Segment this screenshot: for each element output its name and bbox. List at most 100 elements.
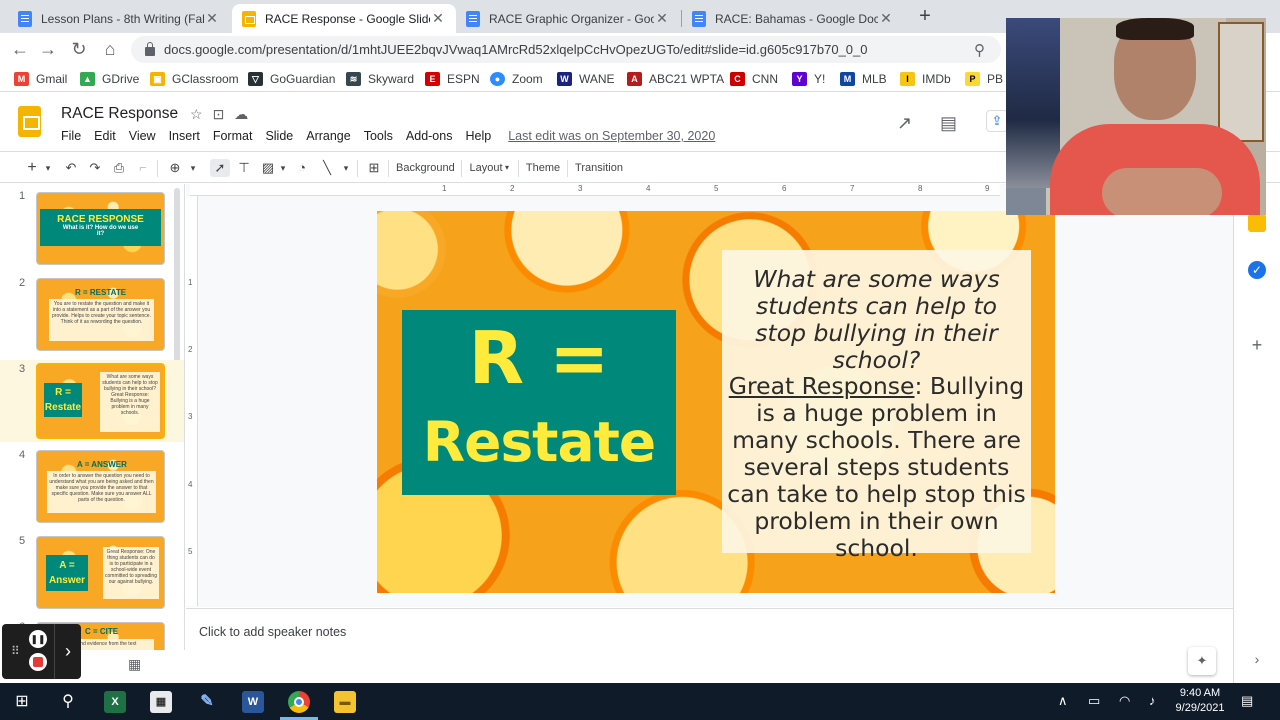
paint-icon[interactable]: ✎ — [196, 691, 218, 713]
paint-format-icon[interactable]: ⌐ — [134, 159, 152, 177]
keep-icon[interactable] — [1248, 214, 1266, 232]
transition-button[interactable]: Transition — [574, 159, 624, 177]
notifications-icon[interactable]: ▤ — [1241, 693, 1253, 709]
comments-icon[interactable]: ▤ — [940, 113, 957, 134]
bookmark-cnn[interactable]: C CNN — [730, 70, 778, 87]
explore-icon[interactable]: ✦ — [1188, 647, 1216, 675]
menu-view[interactable]: View — [129, 129, 156, 143]
undo-icon[interactable]: ↶ — [62, 159, 80, 177]
bookmark-wane[interactable]: W WANE — [557, 70, 615, 87]
bookmark-imdb[interactable]: I IMDb — [900, 70, 951, 87]
back-arrow-icon[interactable]: ← — [8, 37, 32, 61]
slide-thumbnail-1[interactable]: RACE RESPONSE What is it? How do we use … — [36, 192, 165, 265]
image-icon[interactable]: ▨ — [259, 159, 277, 177]
tab-race-response[interactable]: RACE Response - Google Slides ✕ — [232, 4, 456, 33]
restate-box[interactable]: R = Restate — [402, 310, 676, 495]
file-explorer-icon[interactable]: ▬ — [334, 691, 356, 713]
chrome-icon[interactable] — [288, 691, 310, 713]
new-tab-button[interactable]: + — [913, 4, 937, 28]
chevron-down-icon[interactable]: ▾ — [187, 159, 199, 177]
slide-thumbnail-3[interactable]: R = Restate What are some ways students … — [36, 363, 165, 439]
shape-icon[interactable]: ◔ — [293, 159, 311, 177]
wifi-icon[interactable]: ◠ — [1119, 693, 1130, 709]
tab-race-bahamas[interactable]: RACE: Bahamas - Google Docs ✕ — [682, 4, 904, 33]
windows-start-icon[interactable]: ⊞ — [11, 691, 33, 713]
zoom-icon[interactable]: ⊕ — [166, 159, 184, 177]
drag-handle-icon[interactable]: ⠿ — [11, 644, 20, 658]
word-icon[interactable]: W — [242, 691, 264, 713]
menu-file[interactable]: File — [61, 129, 81, 143]
text-box-icon[interactable]: ⊤ — [235, 159, 253, 177]
bookmark-gmail[interactable]: M Gmail — [14, 70, 67, 87]
menu-tools[interactable]: Tools — [364, 129, 393, 143]
chevron-down-icon[interactable]: ▾ — [503, 159, 511, 177]
menu-slide[interactable]: Slide — [265, 129, 293, 143]
bookmark-mlb[interactable]: M MLB — [840, 70, 887, 87]
menu-insert[interactable]: Insert — [169, 129, 200, 143]
speaker-notes[interactable]: Click to add speaker notes ✦ — [186, 608, 1233, 683]
reload-icon[interactable]: ↻ — [67, 37, 91, 61]
move-folder-icon[interactable]: ⊡ — [213, 106, 225, 123]
document-title[interactable]: RACE Response — [61, 105, 178, 123]
close-icon[interactable]: ✕ — [878, 10, 894, 27]
menu-edit[interactable]: Edit — [94, 129, 116, 143]
current-slide[interactable]: R = Restate What are some ways students … — [377, 211, 1055, 593]
close-icon[interactable]: ✕ — [654, 10, 670, 27]
select-cursor-icon[interactable]: ➚ — [210, 159, 230, 177]
bookmark-abc21[interactable]: A ABC21 WPTA — [627, 70, 724, 87]
grid-view-icon[interactable]: ▦ — [128, 656, 141, 673]
bookmark-goguardian[interactable]: ▽ GoGuardian — [248, 70, 335, 87]
theme-button[interactable]: Theme — [525, 159, 561, 177]
chevron-down-icon[interactable]: ▾ — [42, 159, 54, 177]
chevron-down-icon[interactable]: ▾ — [340, 159, 352, 177]
present-icon[interactable]: ⇪ — [986, 110, 1008, 132]
tab-lesson-plans[interactable]: Lesson Plans - 8th Writing (Fall20 ✕ — [8, 4, 230, 33]
layout-button[interactable]: Layout — [468, 159, 504, 177]
address-bar[interactable]: docs.google.com/presentation/d/1mhtJUEE2… — [131, 36, 1001, 63]
add-comment-icon[interactable]: ⊞ — [365, 159, 383, 177]
line-icon[interactable]: ╲ — [318, 159, 336, 177]
bookmark-skyward[interactable]: ≋ Skyward — [346, 70, 414, 87]
tasks-icon[interactable]: ✓ — [1248, 261, 1266, 279]
star-icon[interactable]: ☆ — [190, 106, 203, 123]
microphone-icon[interactable]: ♪ — [1149, 693, 1156, 708]
print-icon[interactable]: ⎙ — [110, 159, 128, 177]
system-clock[interactable]: 9:40 AM 9/29/2021 — [1172, 686, 1228, 716]
bookmark-yahoo[interactable]: Y Y! — [792, 70, 825, 87]
search-icon[interactable]: ⚲ — [57, 691, 79, 713]
zoom-icon[interactable]: ⚲ — [974, 41, 985, 59]
last-edit-link[interactable]: Last edit was on September 30, 2020 — [508, 129, 715, 143]
redo-icon[interactable]: ↷ — [86, 159, 104, 177]
close-icon[interactable]: ✕ — [430, 10, 446, 27]
speaker-notes-placeholder[interactable]: Click to add speaker notes — [199, 625, 346, 639]
menu-addons[interactable]: Add-ons — [406, 129, 453, 143]
close-icon[interactable]: ✕ — [204, 10, 220, 27]
bookmark-pb[interactable]: P PB — [965, 70, 1003, 87]
slide-thumbnail-5[interactable]: A = Answer Great Response: One thing stu… — [36, 536, 165, 609]
menu-help[interactable]: Help — [465, 129, 491, 143]
slides-logo-icon[interactable] — [18, 106, 41, 137]
slide-thumbnail-4[interactable]: A = ANSWER In order to answer the questi… — [36, 450, 165, 523]
chevron-down-icon[interactable]: ▾ — [277, 159, 289, 177]
battery-icon[interactable]: ▭ — [1088, 693, 1100, 709]
bookmark-gdrive[interactable]: ▲ GDrive — [80, 70, 139, 87]
bookmark-gclassroom[interactable]: ▣ GClassroom — [150, 70, 239, 87]
background-button[interactable]: Background — [396, 159, 455, 177]
add-addon-icon[interactable]: + — [1248, 336, 1266, 354]
tab-race-graphic-organizer[interactable]: RACE Graphic Organizer - Googl ✕ — [456, 4, 680, 33]
calculator-icon[interactable]: ▦ — [150, 691, 172, 713]
pause-icon[interactable]: ❚❚ — [29, 630, 47, 648]
excel-icon[interactable]: X — [104, 691, 126, 713]
home-icon[interactable]: ⌂ — [98, 37, 122, 61]
chevron-right-icon[interactable]: › — [54, 624, 81, 679]
menu-format[interactable]: Format — [213, 129, 253, 143]
new-slide-icon[interactable]: + — [24, 159, 40, 177]
slide-thumbnail-2[interactable]: R = RESTATE You are to restate the quest… — [36, 278, 165, 351]
cloud-status-icon[interactable]: ☁ — [234, 106, 248, 123]
menu-arrange[interactable]: Arrange — [306, 129, 350, 143]
chevron-up-icon[interactable]: ∧ — [1058, 693, 1068, 709]
response-text-box[interactable]: What are some ways students can help to … — [722, 250, 1031, 562]
chevron-right-icon[interactable]: › — [1248, 650, 1266, 668]
activity-trend-icon[interactable]: ↗ — [897, 113, 912, 134]
bookmark-zoom[interactable]: ● Zoom — [490, 70, 543, 87]
